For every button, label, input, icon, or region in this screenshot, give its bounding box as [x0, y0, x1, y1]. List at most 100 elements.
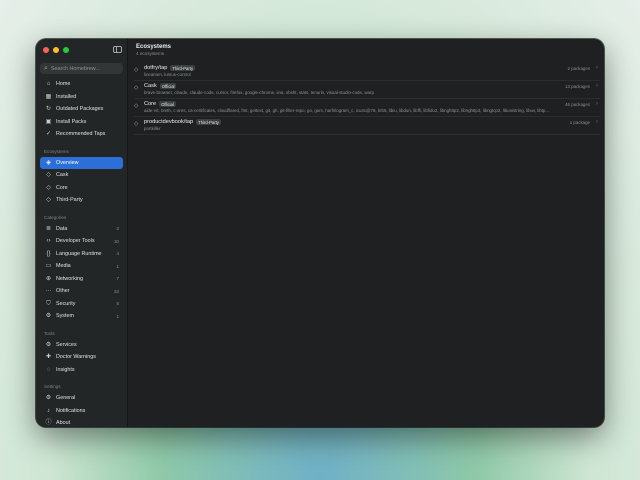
ecosystem-badge: Third-Party — [170, 65, 196, 71]
sidebar-item-networking[interactable]: ⊕ Networking 7 — [40, 273, 123, 286]
sidebar-item-developer-tools[interactable]: ‹› Developer Tools 10 — [40, 235, 123, 248]
page-subtitle: 4 ecosystems — [136, 51, 165, 56]
sidebar-item-install-packs[interactable]: ▣ Install Packs — [40, 116, 123, 129]
sidebar-item-label: Insights — [56, 366, 75, 373]
sidebar-item-label: Developer Tools — [56, 238, 95, 245]
sidebar-item-label: Language Runtime — [56, 250, 102, 257]
page-title: Ecosystems — [136, 44, 172, 50]
sidebar-item-data[interactable]: ≣ Data 2 — [40, 223, 123, 236]
sidebar-item-label: Home — [56, 81, 71, 88]
close-window-button[interactable] — [43, 47, 49, 53]
ecosystem-package-count: 46 packages — [565, 102, 590, 107]
ecosystem-packages-list: lineamen, lumus-control — [144, 72, 191, 77]
ecosystem-row[interactable]: ◇ Cask Official brave-browser, claude, clau… — [134, 81, 600, 99]
sidebar: ⌕ ⌂ Home ▦ Installed ↻ Outdated Packages ▣ Inst… — [36, 39, 128, 427]
ecosystem-packages-list: aide-vrt, bmth, c-ares, ca-certificates,… — [144, 108, 550, 113]
cube-icon: ◇ — [134, 85, 139, 91]
search-input[interactable] — [50, 65, 121, 72]
sidebar-item-services[interactable]: ⚙ Services — [40, 339, 123, 352]
sidebar-item-label: Install Packs — [56, 118, 87, 125]
ecosystem-row-header: dotfry/tap Third-Party — [144, 65, 600, 71]
sidebar-item-label: Notifications — [56, 407, 86, 414]
sidebar-item-installed[interactable]: ▦ Installed — [40, 91, 123, 104]
ecosystem-badge: Official — [159, 101, 176, 107]
braces-icon: {} — [46, 250, 51, 257]
ecosystem-name: Core — [144, 101, 157, 107]
ecosystem-row-header: Cask Official — [144, 83, 600, 89]
home-icon: ⌂ — [46, 81, 51, 88]
ecosystem-badge: Third-Party — [196, 119, 221, 125]
sidebar-item-outdated-packages[interactable]: ↻ Outdated Packages — [40, 103, 123, 116]
categories-section-label: Categories — [44, 214, 67, 220]
ecosystem-name: dotfry/tap — [144, 65, 168, 71]
sidebar-item-label: Doctor Warnings — [56, 354, 96, 361]
sidebar-item-media[interactable]: ▭ Media 1 — [40, 260, 123, 273]
chevron-right-icon: › — [596, 83, 598, 89]
sidebar-item-label: Outdated Packages — [56, 106, 104, 113]
tools-section-label: Tools — [44, 330, 55, 336]
cube-icon: ◈ — [46, 159, 51, 166]
sidebar-item-insights[interactable]: ◌ Insights — [40, 364, 123, 377]
main-header: Ecosystems 4 ecosystems — [128, 39, 604, 59]
sidebar-item-security[interactable]: ⛉ Security 5 — [40, 298, 123, 311]
sidebar-item-other[interactable]: ··· Other 33 — [40, 285, 123, 298]
sidebar-categories-nav: ≣ Data 2 ‹› Developer Tools 10 {} Language Runt… — [40, 223, 123, 323]
sidebar-item-count: 4 — [116, 251, 119, 257]
chevron-right-icon: › — [596, 65, 598, 71]
sidebar-item-count: 1 — [116, 313, 119, 319]
sidebar-item-home[interactable]: ⌂ Home — [40, 78, 123, 91]
ecosystem-packages-list: brave-browser, claude, claude-code, curs… — [144, 90, 374, 95]
sidebar-item-system[interactable]: ⚙ System 1 — [40, 310, 123, 323]
sidebar-item-label: Services — [56, 341, 77, 348]
gear-icon: ⚙ — [45, 313, 52, 320]
media-icon: ▭ — [45, 263, 52, 270]
sidebar-item-third-party[interactable]: ◇ Third-Party — [40, 194, 123, 207]
database-icon: ≣ — [45, 225, 52, 232]
globe-icon: ⊕ — [45, 275, 52, 282]
ecosystem-row[interactable]: ◇ dotfry/tap Third-Party lineamen, lumus-co… — [134, 63, 600, 81]
search-icon: ⌕ — [44, 65, 48, 72]
sidebar-item-label: General — [56, 395, 76, 402]
sidebar-item-notifications[interactable]: ♪ Notifications — [40, 405, 123, 418]
cube-outline-icon: ◇ — [46, 184, 51, 191]
sidebar-item-count: 5 — [116, 301, 119, 307]
ecosystem-list: ◇ dotfry/tap Third-Party lineamen, lumus-co… — [128, 59, 604, 135]
ecosystem-name: Cask — [144, 83, 157, 89]
sidebar-item-label: Media — [56, 263, 71, 270]
zoom-window-button[interactable] — [63, 47, 69, 53]
sidebar-item-core[interactable]: ◇ Core — [40, 182, 123, 195]
sidebar-item-label: About — [56, 420, 71, 427]
ellipsis-icon: ··· — [45, 288, 52, 295]
lightbulb-icon: ◌ — [46, 366, 51, 373]
sidebar-item-language-runtime[interactable]: {} Language Runtime 4 — [40, 248, 123, 261]
ecosystem-package-count: 1 package — [569, 120, 590, 125]
sidebar-tools-nav: ⚙ Services ✚ Doctor Warnings ◌ Insights — [40, 339, 123, 377]
sidebar-item-label: Installed — [56, 93, 77, 100]
sidebar-item-cask[interactable]: ◇ Cask — [40, 169, 123, 182]
info-icon: ⓘ — [45, 420, 52, 427]
settings-section-label: Settings — [44, 384, 61, 389]
cube-outline-icon: ◇ — [46, 197, 51, 204]
gear-icon: ⚙ — [45, 395, 52, 402]
sidebar-item-general[interactable]: ⚙ General — [40, 392, 123, 405]
sidebar-item-about[interactable]: ⓘ About — [40, 417, 123, 427]
cube-icon: ◇ — [134, 121, 139, 127]
sidebar-item-label: Security — [56, 300, 76, 307]
sidebar-item-overview[interactable]: ◈ Overview — [40, 156, 123, 169]
grid-icon: ▦ — [45, 93, 52, 100]
minimize-window-button[interactable] — [53, 47, 59, 53]
ecosystem-name: productdevbook/tap — [144, 119, 194, 125]
search-field[interactable]: ⌕ — [40, 63, 123, 74]
sidebar-item-label: Recommended Taps — [56, 131, 106, 138]
app-window: ⌕ ⌂ Home ▦ Installed ↻ Outdated Packages ▣ Inst… — [36, 39, 604, 427]
main-content: Ecosystems 4 ecosystems ◇ dotfry/tap Third… — [128, 39, 604, 427]
sidebar-toggle-icon[interactable] — [113, 46, 122, 53]
sidebar-item-recommended-taps[interactable]: ✓ Recommended Taps — [40, 128, 123, 141]
ecosystem-row-header: productdevbook/tap Third-Party — [144, 119, 600, 125]
ecosystem-package-count: 13 packages — [565, 84, 590, 89]
sidebar-item-label: Data — [56, 225, 68, 232]
ecosystem-row[interactable]: ◇ productdevbook/tap Third-Party portkiller… — [134, 117, 600, 135]
sidebar-item-count: 10 — [113, 238, 119, 244]
sidebar-item-doctor-warnings[interactable]: ✚ Doctor Warnings — [40, 351, 123, 364]
ecosystem-row[interactable]: ◇ Core Official aide-vrt, bmth, c-ares, ca-… — [134, 99, 600, 117]
